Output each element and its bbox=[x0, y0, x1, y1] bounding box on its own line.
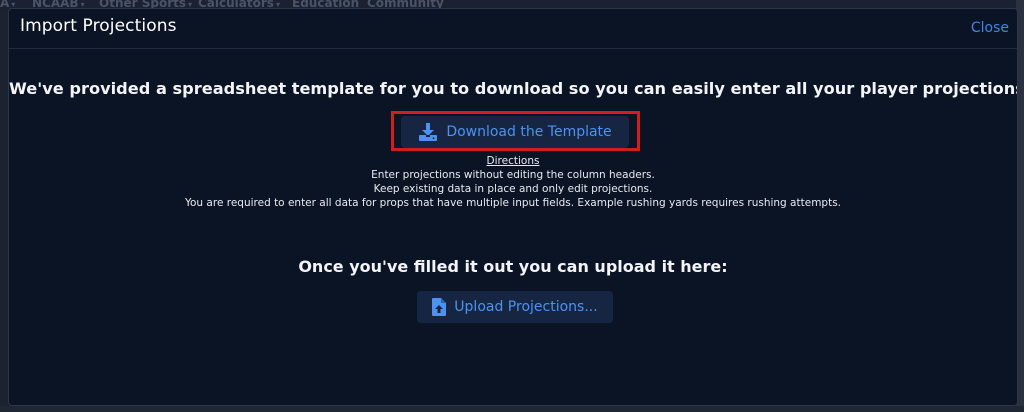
background-edge-bottom bbox=[0, 406, 1024, 412]
file-upload-icon bbox=[432, 298, 447, 316]
upload-prompt: Once you've filled it out you can upload… bbox=[298, 257, 728, 276]
import-projections-modal: Import Projections Close We've provided … bbox=[8, 8, 1018, 406]
intro-text: We've provided a spreadsheet template fo… bbox=[9, 79, 1018, 98]
directions-title: Directions bbox=[486, 155, 540, 167]
upload-projections-button[interactable]: Upload Projections... bbox=[417, 291, 613, 323]
directions-line: Keep existing data in place and only edi… bbox=[373, 183, 653, 195]
upload-projections-label: Upload Projections... bbox=[454, 299, 598, 315]
download-icon bbox=[418, 123, 438, 141]
directions-block: Directions Enter projections without edi… bbox=[9, 154, 1017, 210]
directions-line: Enter projections without editing the co… bbox=[371, 169, 655, 181]
modal-header: Import Projections Close bbox=[9, 9, 1017, 49]
modal-title: Import Projections bbox=[20, 16, 177, 36]
download-template-label: Download the Template bbox=[446, 124, 612, 140]
close-button[interactable]: Close bbox=[971, 20, 1009, 36]
directions-line: You are required to enter all data for p… bbox=[184, 197, 842, 209]
download-template-button[interactable]: Download the Template bbox=[401, 116, 629, 148]
